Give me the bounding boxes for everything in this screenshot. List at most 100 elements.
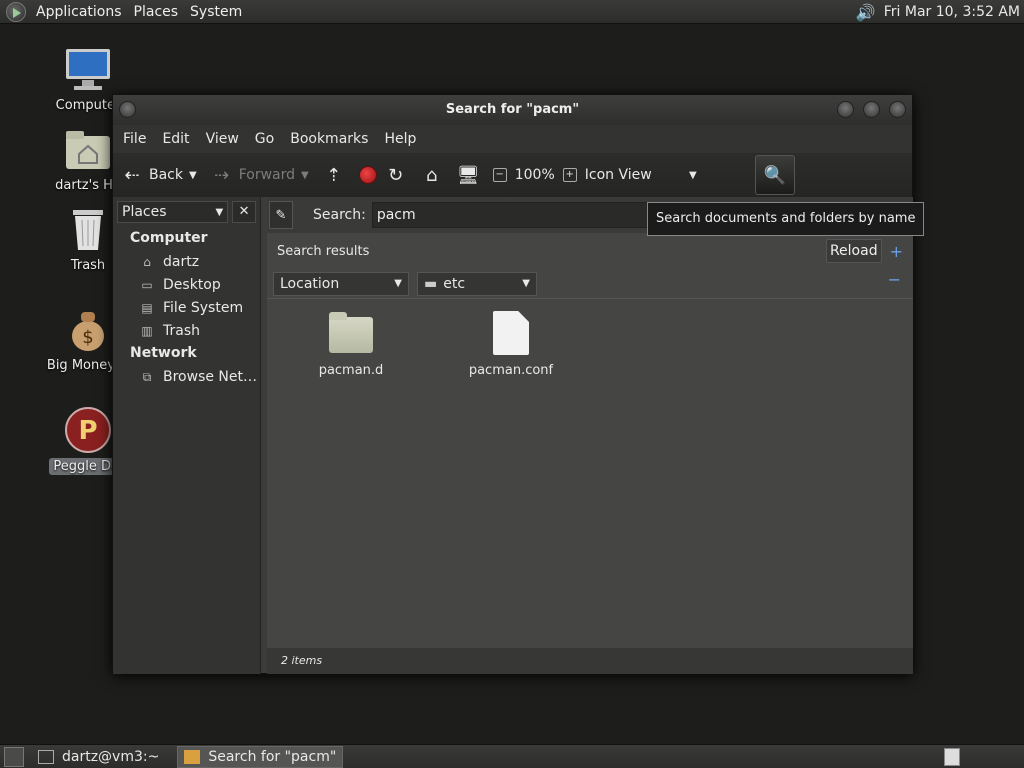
up-button[interactable]: ⇡ xyxy=(323,165,351,186)
zoom-out-icon[interactable]: − xyxy=(492,168,507,182)
reload-toolbar-button[interactable]: ↻ xyxy=(385,165,413,186)
applications-menu[interactable]: Applications xyxy=(30,4,128,20)
system-menu[interactable]: System xyxy=(184,4,248,20)
view-mode-label: Icon View xyxy=(584,167,652,183)
location-folder-combo[interactable]: ▬ etc ▼ xyxy=(417,271,537,296)
menu-edit[interactable]: Edit xyxy=(156,131,195,147)
zoom-controls: − 100% + xyxy=(492,167,577,183)
chevron-down-icon: ▼ xyxy=(522,278,530,289)
task-label: Search for "pacm" xyxy=(208,748,337,765)
edit-location-button[interactable]: ✎ xyxy=(269,201,293,229)
computer-icon: 🖥 xyxy=(456,164,480,186)
sidebar-item-label: File System xyxy=(163,299,244,316)
home-folder-icon xyxy=(64,126,112,174)
menu-bookmarks[interactable]: Bookmarks xyxy=(284,131,374,147)
clock-area: 🔊 Fri Mar 10, 3:52 AM xyxy=(856,0,1020,24)
section-computer: Computer xyxy=(130,230,208,246)
task-label: dartz@vm3:~ xyxy=(62,748,160,765)
sidebar-item-browse-network[interactable]: ⧉ Browse Net… xyxy=(113,365,260,388)
menu-help[interactable]: Help xyxy=(378,131,422,147)
forward-history-dropdown-icon[interactable]: ▼ xyxy=(301,170,309,181)
criterion-type-combo[interactable]: Location ▼ xyxy=(273,271,409,296)
home-folder-icon: ⌂ xyxy=(143,254,151,269)
drive-icon: ▤ xyxy=(141,300,153,315)
sidebar-type-combo[interactable]: Places ▼ xyxy=(117,201,229,223)
text-file-icon xyxy=(493,311,529,355)
trash-icon: ▥ xyxy=(141,323,153,338)
reload-button[interactable]: Reload xyxy=(825,239,882,263)
clock[interactable]: Fri Mar 10, 3:52 AM xyxy=(884,4,1020,20)
file-item[interactable]: pacman.d xyxy=(291,312,411,378)
results-header: Search results Reload + xyxy=(267,233,913,269)
forward-button[interactable]: ⇢ Forward ▼ xyxy=(211,165,315,186)
file-item[interactable]: pacman.conf xyxy=(451,309,571,378)
workspace-switcher[interactable] xyxy=(944,748,960,766)
back-history-dropdown-icon[interactable]: ▼ xyxy=(189,170,197,181)
top-panel: Applications Places System 🔊 Fri Mar 10,… xyxy=(0,0,1024,24)
sidebar-item-label: Trash xyxy=(163,322,200,339)
folder-icon xyxy=(329,312,373,353)
close-button[interactable] xyxy=(889,101,906,118)
location-value: ▬ etc xyxy=(424,276,465,292)
minimize-button[interactable] xyxy=(837,101,854,118)
home-icon: ⌂ xyxy=(426,164,438,186)
view-selector[interactable]: Icon View ▼ xyxy=(585,167,697,183)
folder-icon: ▬ xyxy=(424,275,438,292)
results-actions: Reload + xyxy=(825,239,903,263)
places-menu[interactable]: Places xyxy=(128,4,185,20)
show-desktop-icon[interactable] xyxy=(4,746,24,767)
back-button[interactable]: ⇠ Back ▼ xyxy=(121,165,203,186)
menubar: File Edit View Go Bookmarks Help xyxy=(113,125,912,153)
home-button[interactable]: ⌂ xyxy=(421,165,449,186)
peggle-icon: P xyxy=(64,406,112,454)
menu-go[interactable]: Go xyxy=(249,131,280,147)
gnome-logo-icon[interactable] xyxy=(6,1,26,22)
file-name: pacman.conf xyxy=(468,363,554,378)
section-network: Network xyxy=(130,345,197,361)
chevron-down-icon: ▼ xyxy=(689,169,697,181)
back-label: Back xyxy=(149,167,183,183)
sidebar-item-dartz[interactable]: ⌂ dartz xyxy=(113,250,260,273)
zoom-level[interactable]: 100% xyxy=(515,167,555,183)
add-criterion-icon[interactable]: + xyxy=(890,242,903,261)
panel-menus: Applications Places System xyxy=(0,0,256,24)
sidebar-close-button[interactable]: ✕ xyxy=(232,201,256,223)
chevron-down-icon: ▼ xyxy=(215,206,224,218)
file-name: pacman.d xyxy=(318,363,384,378)
maximize-button[interactable] xyxy=(863,101,880,118)
forward-arrow-icon: ⇢ xyxy=(214,164,230,186)
stop-button[interactable] xyxy=(358,166,377,184)
computer-icon xyxy=(64,46,112,94)
menu-file[interactable]: File xyxy=(117,131,152,147)
network-icon: ⧉ xyxy=(142,369,152,384)
computer-button[interactable]: 🖥 xyxy=(457,165,485,186)
folder-search-icon xyxy=(184,749,201,764)
window-titlebar[interactable]: Search for "pacm" xyxy=(113,95,912,125)
bottom-panel: dartz@vm3:~ Search for "pacm" xyxy=(0,744,1024,768)
back-arrow-icon: ⇠ xyxy=(124,164,140,186)
location-value-label: etc xyxy=(443,275,466,292)
window-menu-button[interactable] xyxy=(119,101,136,118)
file-manager-window: Search for "pacm" File Edit View Go Book… xyxy=(112,94,925,674)
volume-icon[interactable]: 🔊 xyxy=(856,3,876,22)
status-bar: 2 items xyxy=(267,648,913,674)
sidebar-item-trash[interactable]: ▥ Trash xyxy=(113,319,260,342)
terminal-icon xyxy=(38,749,54,764)
zoom-in-icon[interactable]: + xyxy=(562,168,577,182)
task-search-window[interactable]: Search for "pacm" xyxy=(177,745,344,768)
search-input[interactable] xyxy=(371,202,662,228)
sidebar-header: Places ▼ ✕ xyxy=(113,197,260,227)
desktop-folder-icon: ▭ xyxy=(141,277,153,292)
task-terminal[interactable]: dartz@vm3:~ xyxy=(32,746,165,768)
sidebar-item-filesystem[interactable]: ▤ File System xyxy=(113,296,260,319)
magnifier-icon: 🔍 xyxy=(763,164,787,186)
svg-text:P: P xyxy=(78,416,97,446)
remove-criterion-icon[interactable]: − xyxy=(888,270,901,289)
search-tooltip: Search documents and folders by name xyxy=(647,202,925,236)
sidebar-item-desktop[interactable]: ▭ Desktop xyxy=(113,273,260,296)
sidebar-item-label: dartz xyxy=(163,253,200,270)
criterion-type-label: Location xyxy=(280,275,340,292)
forward-label: Forward xyxy=(238,167,296,183)
search-toggle-button[interactable]: 🔍 xyxy=(755,155,795,195)
menu-view[interactable]: View xyxy=(200,131,245,147)
